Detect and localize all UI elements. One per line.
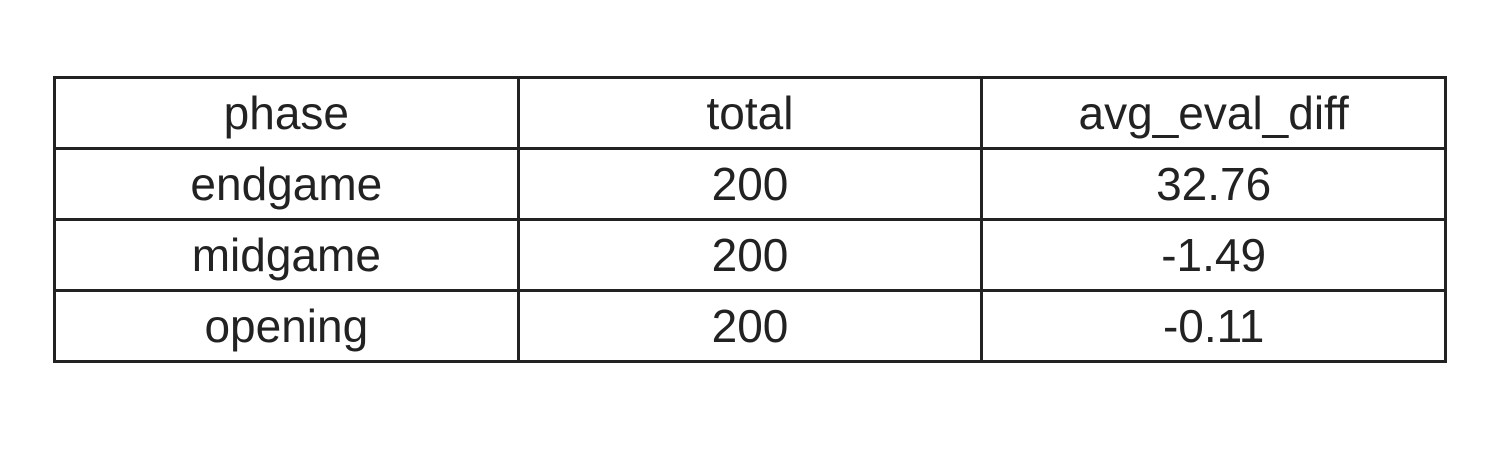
table-cell-avg-eval-diff: -0.11 (980, 289, 1447, 363)
table-cell-total: 200 (516, 289, 984, 363)
table-cell-phase: midgame (53, 218, 520, 292)
table-cell-avg-eval-diff: -1.49 (980, 218, 1447, 292)
table-body: endgame 200 32.76 midgame 200 -1.49 opening 200… (53, 147, 1447, 363)
table-cell-phase: endgame (53, 147, 520, 221)
column-header-phase: phase (53, 76, 520, 150)
table-cell-phase: opening (53, 289, 520, 363)
table-cell-total: 200 (516, 218, 984, 292)
table-cell-total: 200 (516, 147, 984, 221)
table-row: endgame 200 32.76 (53, 147, 1447, 221)
column-header-avg-eval-diff: avg_eval_diff (980, 76, 1447, 150)
table-cell-avg-eval-diff: 32.76 (980, 147, 1447, 221)
table-row: midgame 200 -1.49 (53, 218, 1447, 292)
header-row: phase total avg_eval_diff (53, 76, 1447, 150)
data-table: phase total avg_eval_diff endgame 200 32.76 m… (53, 76, 1447, 363)
column-header-total: total (516, 76, 984, 150)
table-row: opening 200 -0.11 (53, 289, 1447, 363)
